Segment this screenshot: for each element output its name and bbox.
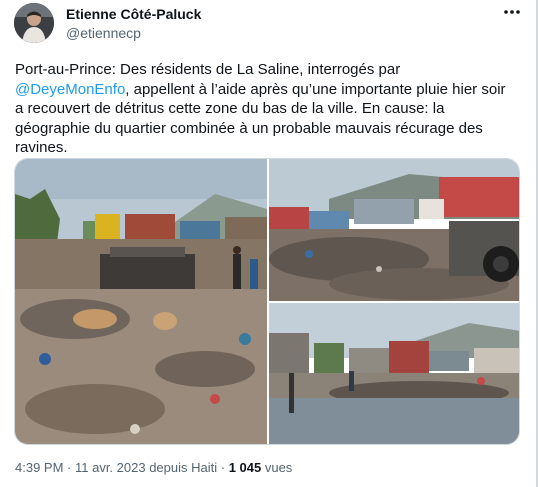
more-options-button[interactable] (500, 2, 524, 22)
mention-link[interactable]: @DeyeMonEnfo (15, 81, 125, 98)
tweet-metadata: 4:39 PM · 11 avr. 2023 depuis Haiti · 1 … (15, 460, 292, 475)
media-grid (14, 158, 520, 445)
photo-street-garbage-dogs[interactable] (15, 159, 267, 444)
tweet-card: Etienne Côté-Paluck @etiennecp Port-au-P… (0, 0, 538, 487)
views-count[interactable]: 1 045 (229, 460, 262, 475)
avatar[interactable] (14, 3, 54, 43)
author-handle[interactable]: @etiennecp (66, 24, 201, 42)
views-label: vues (261, 460, 293, 475)
photo-image-1 (15, 159, 267, 444)
more-dots-icon (504, 10, 520, 14)
author-display-name[interactable]: Etienne Côté-Paluck (66, 5, 201, 23)
tweet-time[interactable]: 4:39 PM (15, 460, 63, 475)
meta-separator: · (217, 460, 229, 475)
tweet-author: Etienne Côté-Paluck @etiennecp (66, 5, 201, 42)
photo-garbage-containers[interactable] (269, 159, 519, 301)
photo-image-2 (269, 159, 519, 301)
tweet-date[interactable]: 11 avr. 2023 depuis Haiti (75, 460, 217, 475)
profile-photo-icon (14, 3, 54, 43)
photo-flooded-street-truck[interactable] (269, 303, 519, 444)
meta-separator: · (63, 460, 75, 475)
photo-image-3 (269, 303, 519, 444)
tweet-text: Port-au-Prince: Des résidents de La Sali… (15, 60, 515, 158)
tweet-text-before: Port-au-Prince: Des résidents de La Sali… (15, 61, 401, 78)
